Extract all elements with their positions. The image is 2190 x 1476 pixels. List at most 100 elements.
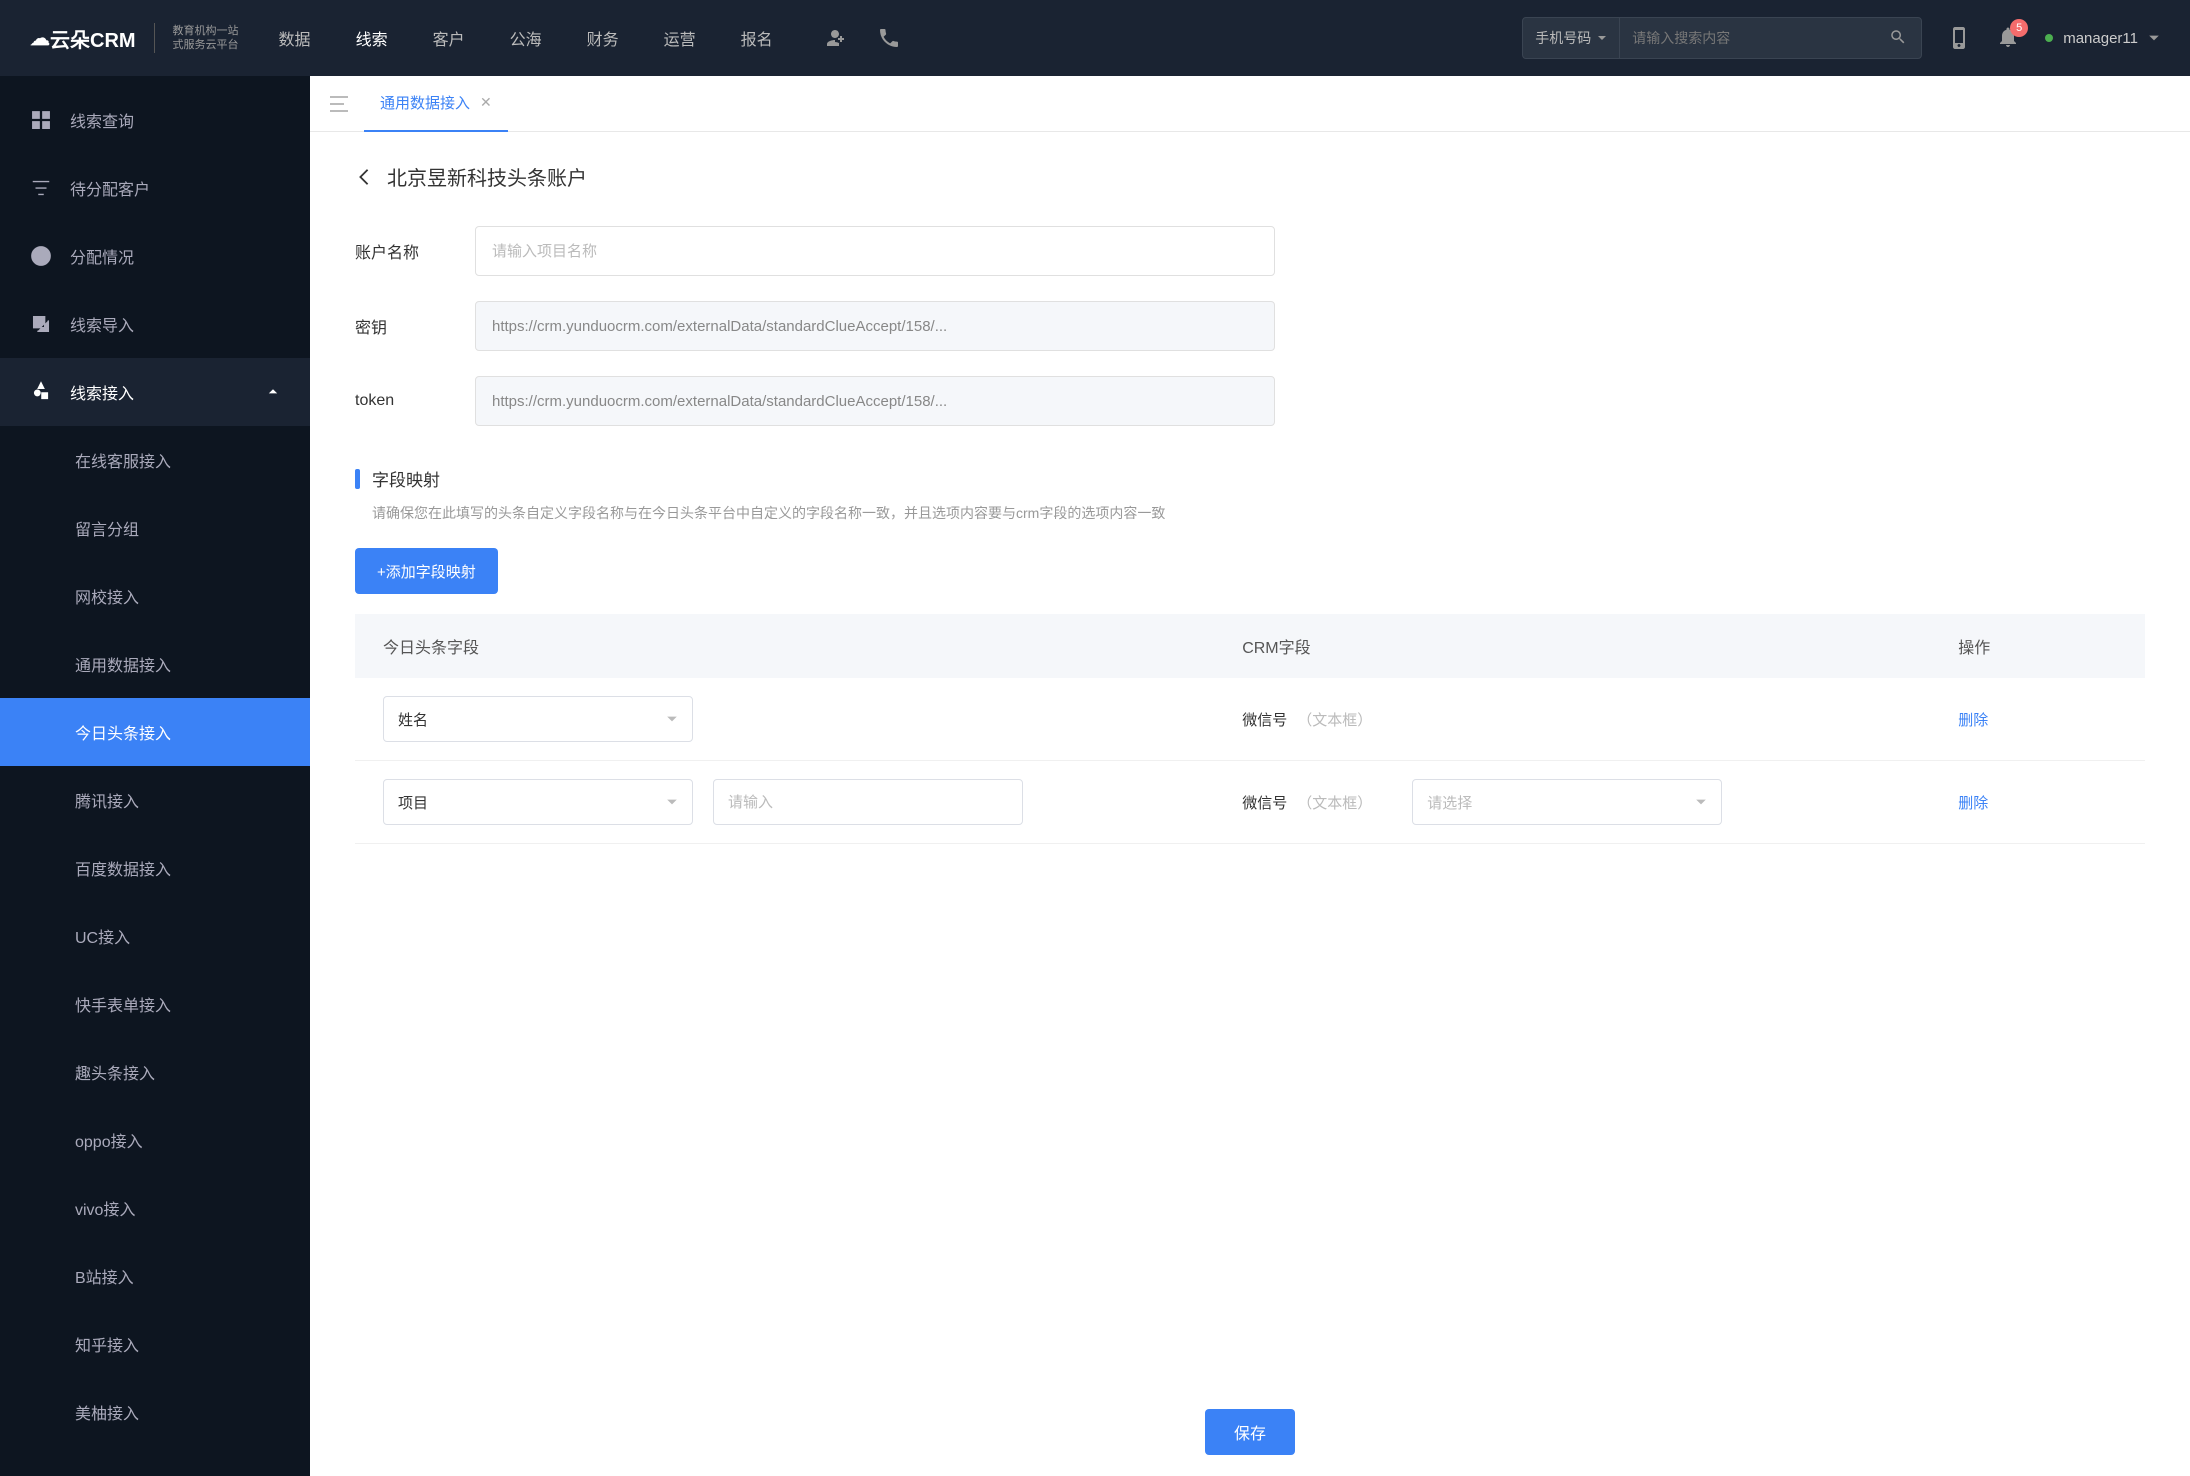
top-nav-item[interactable]: 客户 [433, 22, 465, 54]
search-icon [1889, 28, 1907, 46]
tabs-bar: 通用数据接入✕ [310, 76, 2190, 132]
phone-icon[interactable] [877, 26, 901, 50]
notification-badge: 5 [2010, 19, 2028, 37]
page-title: 北京昱新科技头条账户 [387, 162, 587, 191]
logo: ☁ 云朵CRM 教育机构一站 式服务云平台 [30, 23, 239, 53]
sidebar-subitem[interactable]: 留言分组 [0, 494, 310, 562]
secret-input[interactable] [475, 301, 1275, 351]
token-row: token [355, 376, 2145, 426]
sidebar-subitem[interactable]: 百度数据接入 [0, 834, 310, 902]
user-menu[interactable]: manager11 [2045, 30, 2160, 47]
secret-row: 密钥 [355, 301, 2145, 351]
search-button[interactable] [1875, 28, 1921, 49]
search-input[interactable] [1620, 30, 1875, 46]
collapse-sidebar-button[interactable] [322, 87, 356, 121]
cloud-icon: ☁ [30, 26, 50, 51]
table-row: 姓名 微信号（文本框） 删除 [355, 678, 2145, 761]
tt-field-select[interactable]: 项目 [383, 779, 693, 825]
secret-label: 密钥 [355, 314, 475, 338]
section-bar-icon [355, 469, 360, 489]
tabs-list: 通用数据接入✕ [364, 76, 508, 132]
token-input[interactable] [475, 376, 1275, 426]
sidebar-item[interactable]: 线索接入 [0, 358, 310, 426]
sidebar-subitem[interactable]: oppo接入 [0, 1106, 310, 1174]
crm-field: 微信号（文本框）请选择 [1242, 779, 1902, 825]
add-mapping-button[interactable]: +添加字段映射 [355, 548, 498, 594]
account-name-input[interactable] [475, 226, 1275, 276]
sidebar-subitem[interactable]: UC接入 [0, 902, 310, 970]
notification-button[interactable]: 5 [1996, 25, 2020, 52]
sidebar-icon [30, 109, 52, 131]
sidebar-item[interactable]: 分配情况 [0, 222, 310, 290]
sidebar-item[interactable]: 线索查询 [0, 86, 310, 154]
delete-button[interactable]: 删除 [1958, 795, 1988, 812]
status-dot-icon [2045, 34, 2053, 42]
sidebar-item[interactable]: 线索导入 [0, 290, 310, 358]
chevron-down-icon [1695, 796, 1707, 808]
crm-field: 微信号（文本框） [1242, 709, 1902, 730]
sidebar-subitem[interactable]: B站接入 [0, 1242, 310, 1310]
top-nav: 数据 线索 客户 公海 财务 运营 报名 [279, 22, 773, 54]
sidebar-item[interactable]: 待分配客户 [0, 154, 310, 222]
footer: 保存 [310, 1386, 2190, 1476]
crm-field-select[interactable]: 请选择 [1412, 779, 1722, 825]
sidebar-subitem[interactable]: 趣头条接入 [0, 1038, 310, 1106]
sidebar-icon [30, 381, 52, 403]
logo-mark: ☁ 云朵CRM [30, 24, 136, 53]
sidebar-subitem[interactable]: 在线客服接入 [0, 426, 310, 494]
mobile-icon[interactable] [1947, 26, 1971, 50]
header-icons-group [823, 26, 901, 50]
sidebar-subitem[interactable]: 腾讯接入 [0, 766, 310, 834]
sidebar: 线索查询待分配客户分配情况线索导入线索接入在线客服接入留言分组网校接入通用数据接… [0, 76, 310, 1476]
token-label: token [355, 392, 475, 410]
chevron-down-icon [1597, 33, 1607, 43]
top-header: ☁ 云朵CRM 教育机构一站 式服务云平台 数据 线索 客户 公海 财务 运营 报名 手机号… [0, 0, 2190, 76]
table-header: CRM字段 [1214, 614, 1930, 678]
logo-divider [154, 23, 155, 53]
hamburger-icon [330, 96, 348, 112]
tab-close-icon[interactable]: ✕ [480, 94, 492, 111]
sidebar-subitem[interactable]: 美柚接入 [0, 1378, 310, 1446]
main-area: 通用数据接入✕ 北京昱新科技头条账户 账户名称 密钥 token 字段映射 [310, 76, 2190, 1476]
top-nav-item[interactable]: 公海 [510, 22, 542, 54]
user-add-icon[interactable] [823, 26, 847, 50]
sidebar-subitem[interactable]: 快手表单接入 [0, 970, 310, 1038]
mapping-desc: 请确保您在此填写的头条自定义字段名称与在今日头条平台中自定义的字段名称一致，并且… [355, 503, 2145, 523]
account-name-label: 账户名称 [355, 239, 475, 263]
top-nav-item[interactable]: 线索 [356, 22, 388, 54]
mapping-section-header: 字段映射 [355, 466, 2145, 491]
tt-field-select[interactable]: 姓名 [383, 696, 693, 742]
table-header: 今日头条字段 [355, 614, 1214, 678]
table-header: 操作 [1930, 614, 2145, 678]
top-nav-item[interactable]: 财务 [587, 22, 619, 54]
content: 北京昱新科技头条账户 账户名称 密钥 token 字段映射 请确保您在此填写的头… [310, 132, 2190, 1476]
mapping-table: 今日头条字段CRM字段操作 姓名微信号（文本框）删除项目微信号（文本框）请选择删… [355, 614, 2145, 844]
chevron-icon [266, 385, 280, 399]
delete-button[interactable]: 删除 [1958, 712, 1988, 729]
header-right: 手机号码 5 manager11 [1522, 17, 2160, 59]
tab[interactable]: 通用数据接入✕ [364, 76, 508, 132]
account-name-row: 账户名称 [355, 226, 2145, 276]
mapping-title: 字段映射 [372, 466, 440, 491]
top-nav-item[interactable]: 报名 [741, 22, 773, 54]
sidebar-subitem[interactable]: 今日头条接入 [0, 698, 310, 766]
chevron-down-icon [666, 796, 678, 808]
sidebar-subitem[interactable]: vivo接入 [0, 1174, 310, 1242]
sidebar-icon [30, 177, 52, 199]
tt-extra-input[interactable] [713, 779, 1023, 825]
back-icon[interactable] [355, 168, 373, 186]
chevron-down-icon [2148, 32, 2160, 44]
chevron-down-icon [666, 713, 678, 725]
sidebar-subitem[interactable]: 知乎接入 [0, 1310, 310, 1378]
sidebar-icon [30, 313, 52, 335]
top-nav-item[interactable]: 运营 [664, 22, 696, 54]
sidebar-icon [30, 245, 52, 267]
top-nav-item[interactable]: 数据 [279, 22, 311, 54]
save-button[interactable]: 保存 [1205, 1409, 1295, 1455]
search-box: 手机号码 [1522, 17, 1922, 59]
username: manager11 [2063, 30, 2138, 47]
table-row: 项目 微信号（文本框）请选择 删除 [355, 761, 2145, 844]
sidebar-subitem[interactable]: 网校接入 [0, 562, 310, 630]
sidebar-subitem[interactable]: 通用数据接入 [0, 630, 310, 698]
search-type-select[interactable]: 手机号码 [1523, 18, 1620, 58]
